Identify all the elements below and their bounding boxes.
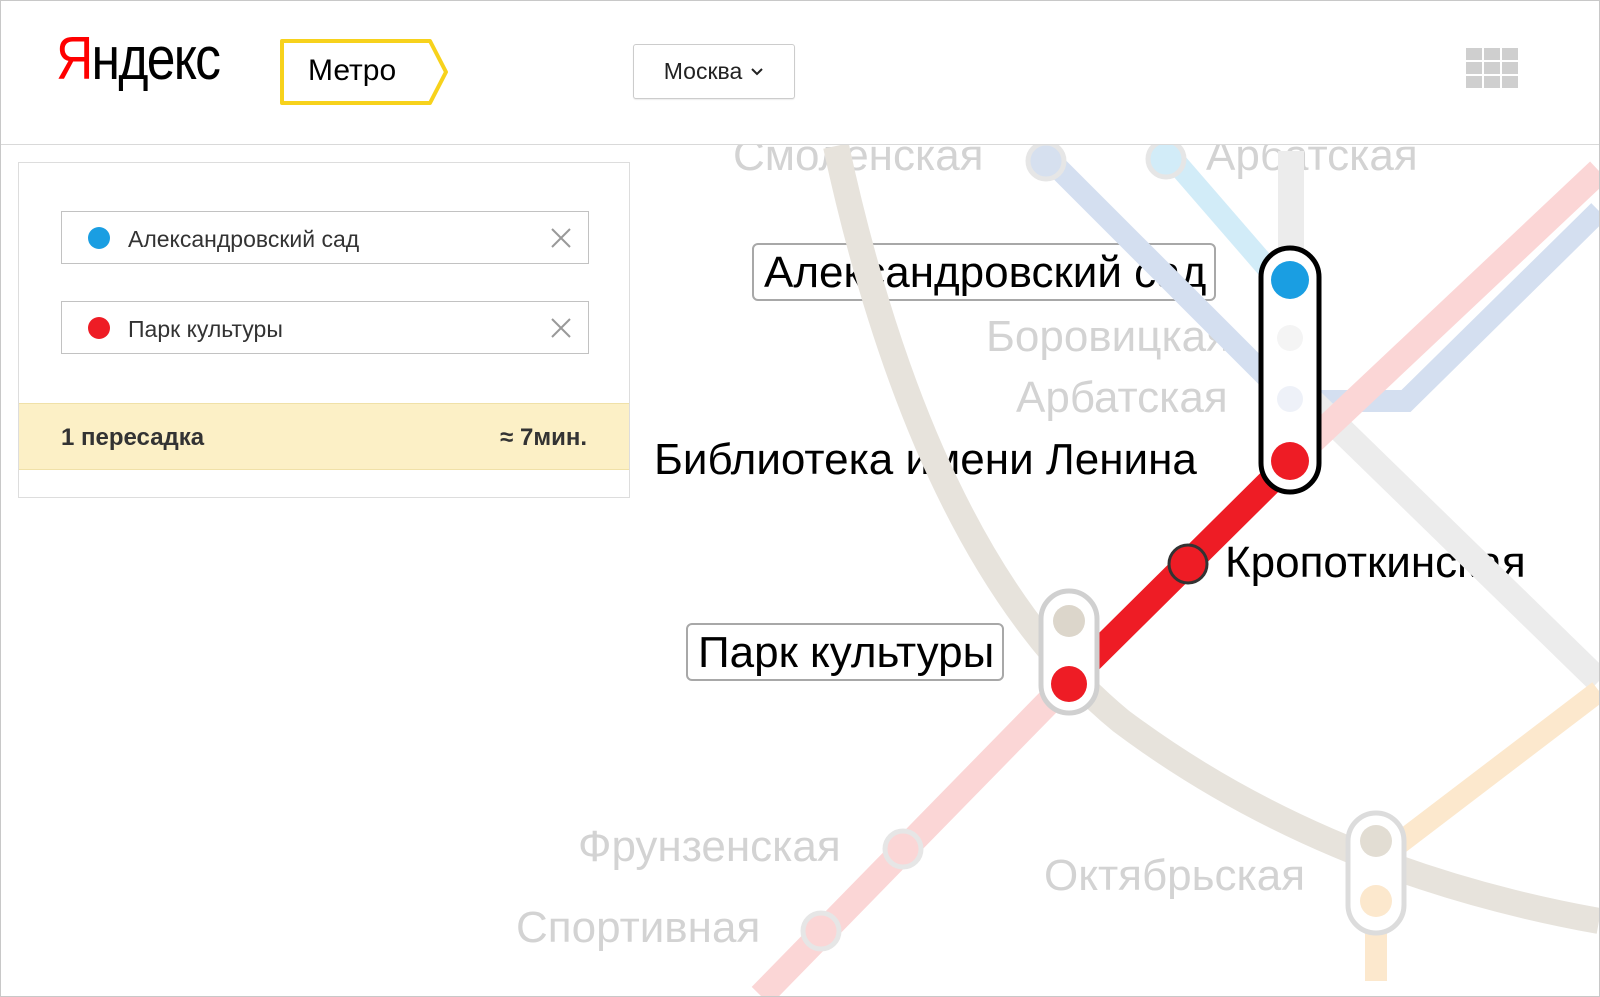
route-panel: Александровский сад Парк культуры 1 пере…	[18, 162, 630, 498]
route-summary[interactable]: 1 пересадка ≈ 7мин.	[19, 403, 629, 470]
yandex-logo[interactable]: Яндекс	[56, 29, 221, 89]
station-marker-biblioteka-lenina	[1271, 442, 1309, 480]
station-marker-kropotkinskaya	[1167, 543, 1209, 585]
from-station-value: Александровский сад	[128, 226, 360, 252]
clear-from-icon[interactable]	[550, 227, 572, 249]
clear-to-icon[interactable]	[550, 317, 572, 339]
city-label: Москва	[663, 58, 743, 84]
line-kaluzhsko-rizhskaya	[1365, 682, 1599, 981]
station-marker-smolenskaya	[1025, 140, 1067, 182]
header: Яндекс Метро Москва	[1, 1, 1599, 145]
station-marker-park-kultury-ring	[1053, 605, 1085, 637]
station-marker-oktyabrskaya-orange	[1360, 885, 1392, 917]
metro-map[interactable]	[1, 1, 1599, 996]
metro-app: Смоленская Арбатская Александровский сад…	[0, 0, 1600, 997]
logo-first-letter: Я	[56, 25, 93, 92]
station-marker-park-kultury	[1051, 666, 1087, 702]
to-station-field[interactable]: Парк культуры	[61, 301, 589, 354]
station-marker-oktyabrskaya-ring	[1360, 825, 1392, 857]
travel-time: ≈ 7мин.	[500, 424, 587, 451]
from-station-field[interactable]: Александровский сад	[61, 211, 589, 264]
to-station-value: Парк культуры	[128, 316, 283, 342]
transfers-count: 1 пересадка	[61, 424, 205, 451]
to-line-dot	[88, 317, 110, 339]
transfer-mid-dot-arbatskaya	[1277, 386, 1303, 412]
city-select[interactable]: Москва	[633, 44, 795, 99]
station-marker-frunzenskaya	[882, 828, 924, 870]
station-marker-sportivnaya	[800, 910, 842, 952]
chevron-down-icon	[751, 67, 763, 75]
station-marker-alexandrovsky-sad	[1271, 261, 1309, 299]
logo-rest: ндекс	[91, 25, 221, 92]
service-label: Метро	[308, 54, 397, 87]
station-marker-arbatskaya-top	[1145, 138, 1187, 180]
transfer-mid-dot-borovitskaya	[1277, 325, 1303, 351]
from-line-dot	[88, 227, 110, 249]
services-grid-icon[interactable]	[1466, 48, 1518, 88]
